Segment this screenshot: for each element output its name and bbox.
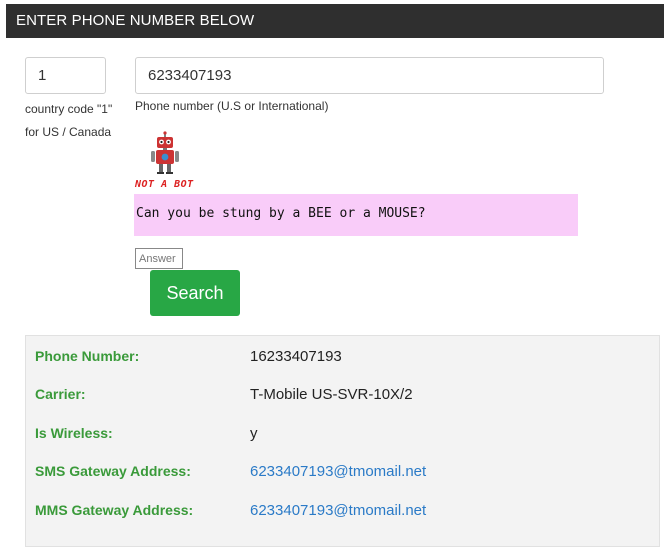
result-row-mms-gateway: MMS Gateway Address: 6233407193@tmomail.…: [26, 502, 659, 526]
result-value: T-Mobile US-SVR-10X/2: [250, 386, 413, 403]
phone-number-help-text: Phone number (U.S or International): [135, 99, 329, 113]
captcha-answer-input[interactable]: [135, 248, 183, 269]
robot-icon: [151, 131, 179, 174]
search-button[interactable]: Search: [150, 270, 240, 316]
result-row-sms-gateway: SMS Gateway Address: 6233407193@tmomail.…: [26, 463, 659, 487]
results-panel: Phone Number: 16233407193 Carrier: T-Mob…: [25, 335, 660, 547]
result-label: Is Wireless:: [35, 425, 113, 441]
mms-gateway-link[interactable]: 6233407193@tmomail.net: [250, 502, 426, 519]
result-value: 16233407193: [250, 348, 342, 365]
section-header: ENTER PHONE NUMBER BELOW: [6, 4, 664, 38]
country-code-input[interactable]: [25, 57, 106, 94]
result-row-phone-number: Phone Number: 16233407193: [26, 348, 659, 372]
result-label: SMS Gateway Address:: [35, 463, 191, 479]
country-code-help-text: country code "1" for US / Canada: [25, 102, 113, 139]
phone-number-input[interactable]: [135, 57, 604, 94]
result-label: Carrier:: [35, 386, 86, 402]
result-value: y: [250, 425, 258, 442]
sms-gateway-link[interactable]: 6233407193@tmomail.net: [250, 463, 426, 480]
result-label: Phone Number:: [35, 348, 140, 364]
captcha-question: Can you be stung by a BEE or a MOUSE?: [134, 194, 578, 236]
result-row-is-wireless: Is Wireless: y: [26, 425, 659, 449]
not-a-bot-badge: NOT A BOT: [135, 179, 194, 190]
result-row-carrier: Carrier: T-Mobile US-SVR-10X/2: [26, 386, 659, 410]
result-label: MMS Gateway Address:: [35, 502, 194, 518]
